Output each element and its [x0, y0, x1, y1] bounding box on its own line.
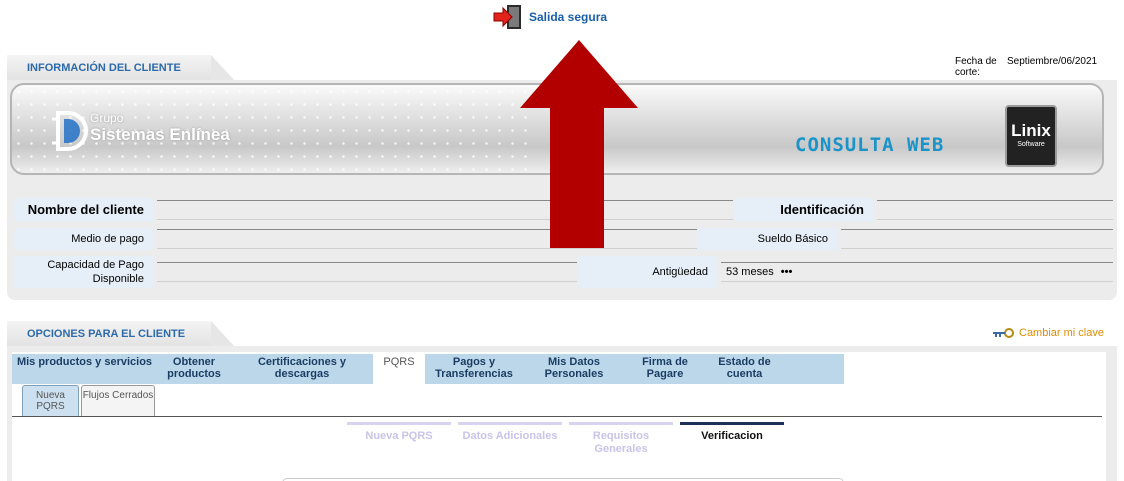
antiguedad-label: Antigüedad	[578, 256, 718, 288]
capacidad-pago-value	[157, 262, 577, 282]
tab-mis-datos[interactable]: Mis Datos Personales	[523, 354, 625, 384]
red-up-arrow-icon	[520, 40, 638, 248]
tab-pqrs[interactable]: PQRS	[373, 354, 425, 384]
sueldo-basico-label: Sueldo Básico	[697, 228, 838, 250]
capacidad-pago-label: Capacidad de Pago Disponible	[14, 256, 154, 288]
linix-logo-name: Linix	[1011, 121, 1051, 140]
linix-logo-sub: Software	[1017, 141, 1045, 148]
client-section-title: INFORMACIÓN DEL CLIENTE	[7, 55, 235, 81]
subtab-flujos-cerrados[interactable]: Flujos Cerrados	[81, 385, 155, 417]
tab-pagos-transferencias[interactable]: Pagos y Transferencias	[425, 354, 523, 384]
identificacion-label: Identificación	[734, 198, 874, 222]
nombre-cliente-label: Nombre del cliente	[14, 198, 154, 222]
product-name: CONSULTA WEB	[795, 134, 945, 156]
step-nueva-pqrs[interactable]: Nueva PQRS	[347, 422, 451, 443]
tab-obtener-productos[interactable]: Obtener productos	[157, 354, 231, 384]
tab-estado-cuenta[interactable]: Estado de cuenta	[705, 354, 844, 384]
consulta-web-page: Salida segura INFORMACIÓN DEL CLIENTE Fe…	[0, 0, 1124, 481]
logout-link[interactable]: Salida segura	[493, 4, 607, 30]
fecha-corte-label: Fecha de corte:	[955, 56, 997, 78]
options-section-title: OPCIONES PARA EL CLIENTE	[7, 321, 235, 347]
sistemas-enlinea-logo-icon	[52, 111, 88, 151]
linix-logo: Linix Software	[1005, 105, 1057, 167]
subtab-nueva-pqrs[interactable]: Nueva PQRS	[22, 385, 79, 417]
sueldo-basico-value	[841, 229, 1113, 249]
change-password-link[interactable]: Cambiar mi clave	[992, 327, 1104, 339]
fecha-corte: Fecha de corte: Septiembre/06/2021	[955, 56, 1097, 78]
step-requisitos-generales[interactable]: Requisitos Generales	[569, 422, 673, 456]
change-password-label: Cambiar mi clave	[1019, 327, 1104, 339]
logout-label: Salida segura	[529, 10, 608, 24]
antiguedad-value-text: 53 meses	[726, 266, 774, 278]
nombre-cliente-value	[157, 200, 733, 220]
identificacion-value	[877, 200, 1113, 220]
medio-pago-label: Medio de pago	[14, 228, 154, 250]
key-icon	[993, 328, 1014, 338]
antiguedad-more-icon[interactable]: •••	[781, 266, 793, 278]
tab-mis-productos[interactable]: Mis productos y servicios	[12, 354, 157, 384]
brand-name: Sistemas Enlínea	[90, 125, 230, 144]
exit-door-icon	[493, 4, 525, 30]
step-verificacion[interactable]: Verificacion	[680, 422, 784, 443]
tab-firma-pagare[interactable]: Firma de Pagare	[625, 354, 705, 384]
brand-group-label: Grupo	[90, 111, 124, 125]
main-tabs: Mis productos y servicios Obtener produc…	[12, 354, 844, 384]
fecha-corte-value: Septiembre/06/2021	[1007, 56, 1098, 67]
antiguedad-value: 53 meses •••	[726, 266, 792, 278]
subtab-divider	[12, 416, 1102, 417]
step-datos-adicionales[interactable]: Datos Adicionales	[458, 422, 562, 443]
tab-certificaciones[interactable]: Certificaciones y descargas	[231, 354, 373, 384]
